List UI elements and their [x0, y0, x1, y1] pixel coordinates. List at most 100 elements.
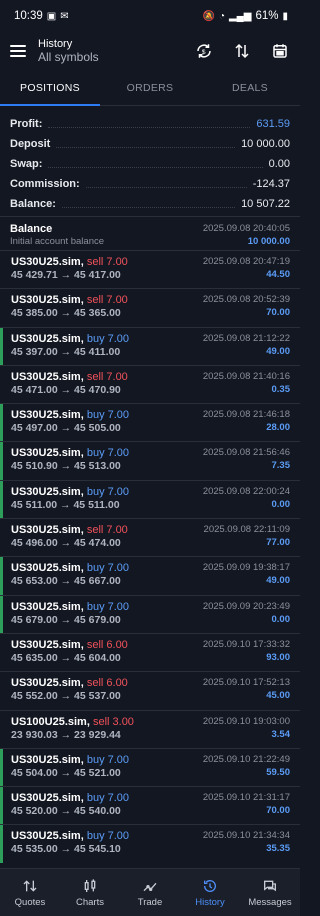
- deal-symbol: US30U25.sim,: [11, 409, 84, 422]
- deal-row[interactable]: US30U25.sim, buy 7.00 2025.09.08 21:46:18…: [0, 403, 300, 442]
- deal-row[interactable]: US30U25.sim, buy 7.00 2025.09.10 21:31:17…: [0, 786, 300, 825]
- tab-positions[interactable]: POSITIONS: [0, 70, 100, 106]
- tab-orders[interactable]: ORDERS: [100, 70, 200, 105]
- deal-prices: 45 535.00 → 45 545.10: [11, 843, 121, 856]
- deal-prices: 45 653.00 → 45 667.00: [11, 575, 121, 588]
- deal-side: sell 7.00: [86, 524, 128, 537]
- deal-symbol: US30U25.sim,: [11, 524, 84, 537]
- nav-quotes[interactable]: Quotes: [0, 869, 60, 916]
- tab-deals[interactable]: DEALS: [200, 70, 300, 105]
- deal-row[interactable]: US30U25.sim, buy 7.00 2025.09.09 19:38:17…: [0, 556, 300, 595]
- nav-trade-label: Trade: [137, 896, 163, 908]
- deal-side: sell 7.00: [86, 370, 128, 383]
- deal-profit: 28.00: [266, 422, 290, 434]
- deal-symbol: US30U25.sim,: [11, 485, 84, 498]
- deal-profit: 49.00: [266, 345, 290, 357]
- title-block[interactable]: History All symbols: [38, 38, 194, 64]
- deal-profit: 44.50: [266, 269, 290, 280]
- swap-value: 0.00: [268, 158, 290, 170]
- deal-time: 2025.09.08 21:40:16: [202, 370, 290, 382]
- profit-value: 631.59: [256, 118, 290, 130]
- balance-value: 10 507.22: [241, 198, 290, 210]
- charts-icon: [84, 878, 96, 892]
- menu-icon[interactable]: [10, 45, 26, 57]
- deal-time: 2025.09.09 19:38:17: [202, 562, 290, 574]
- deal-side: sell 7.00: [86, 256, 128, 268]
- deal-profit: 7.35: [271, 460, 291, 472]
- deal-row[interactable]: US30U25.sim, sell 7.00 2025.09.08 20:47:1…: [0, 250, 300, 288]
- deal-row[interactable]: US30U25.sim, buy 7.00 2025.09.09 20:23:49…: [0, 594, 300, 634]
- deal-side: buy 7.00: [86, 485, 130, 498]
- summary-panel: Profit: 631.59 Deposit 10 000.00 Swap: 0…: [0, 106, 300, 216]
- summary-profit-row: Profit: 631.59: [10, 114, 290, 134]
- deal-row[interactable]: US30U25.sim, buy 7.00 2025.09.08 21:12:22…: [0, 326, 300, 366]
- summary-swap-row: Swap: 0.00: [10, 154, 290, 174]
- deal-symbol: US30U25.sim,: [11, 332, 84, 345]
- balance-entry-name: Balance: [10, 223, 53, 235]
- deal-prices: 45 471.00 → 45 470.90: [11, 383, 121, 396]
- swap-label: Swap:: [10, 158, 43, 170]
- deal-side: buy 7.00: [86, 600, 130, 613]
- deal-time: 2025.09.10 21:22:49: [202, 753, 290, 765]
- deal-row[interactable]: US100U25.sim, sell 3.00 2025.09.10 19:03:…: [0, 709, 300, 748]
- deal-time: 2025.09.08 21:12:22: [202, 332, 290, 344]
- deal-row[interactable]: US30U25.sim, sell 6.00 2025.09.10 17:33:3…: [0, 632, 300, 671]
- nav-charts-label: Charts: [76, 896, 104, 908]
- deal-row[interactable]: US30U25.sim, sell 7.00 2025.09.08 20:52:3…: [0, 288, 300, 326]
- calendar-icon[interactable]: [270, 41, 290, 61]
- battery-icon: ▮: [282, 10, 288, 22]
- deal-profit: 45.00: [266, 690, 290, 702]
- deal-time: 2025.09.08 22:00:24: [202, 485, 290, 497]
- deals-list: US30U25.sim, sell 7.00 2025.09.08 20:47:1…: [0, 250, 300, 864]
- deal-symbol: US30U25.sim,: [11, 370, 84, 383]
- deal-row[interactable]: US30U25.sim, buy 7.00 2025.09.08 22:00:24…: [0, 479, 300, 519]
- summary-balance-row: Balance: 10 507.22: [10, 194, 290, 214]
- deal-side: buy 7.00: [86, 830, 130, 843]
- deal-symbol: US30U25.sim,: [11, 753, 84, 766]
- deal-profit: 49.00: [266, 575, 290, 587]
- deal-side: sell 6.00: [86, 638, 128, 651]
- deal-side: buy 7.00: [86, 409, 130, 422]
- deal-symbol: US30U25.sim,: [11, 677, 84, 690]
- symbol-filter[interactable]: All symbols: [38, 50, 194, 64]
- trade-icon: [143, 882, 157, 891]
- nav-history[interactable]: History: [180, 869, 240, 916]
- nav-charts[interactable]: Charts: [60, 869, 120, 916]
- deal-prices: 45 496.00 → 45 474.00: [11, 537, 121, 550]
- deal-prices: 23 930.03 → 23 929.44: [11, 728, 121, 741]
- deal-row[interactable]: US30U25.sim, buy 7.00 2025.09.10 21:22:49…: [0, 747, 300, 787]
- sort-icon[interactable]: [232, 41, 252, 61]
- deal-row[interactable]: US30U25.sim, sell 6.00 2025.09.10 17:52:1…: [0, 671, 300, 709]
- nav-trade[interactable]: Trade: [120, 869, 180, 916]
- deal-time: 2025.09.10 17:33:32: [202, 638, 290, 650]
- deal-symbol: US30U25.sim,: [11, 830, 84, 843]
- deal-side: buy 7.00: [86, 332, 130, 345]
- deal-symbol: US30U25.sim,: [11, 256, 84, 268]
- app-bar: History All symbols $: [0, 32, 300, 70]
- deal-prices: 45 429.71 → 45 417.00: [11, 269, 121, 281]
- bottom-nav: Quotes Charts Trade History Messages: [0, 868, 300, 916]
- nav-messages[interactable]: Messages: [240, 869, 300, 916]
- svg-text:$: $: [202, 49, 206, 56]
- deal-row[interactable]: US30U25.sim, buy 7.00 2025.09.10 21:34:34…: [0, 824, 300, 864]
- history-icon: [204, 879, 216, 892]
- deal-prices: 45 679.00 → 45 679.00: [11, 613, 121, 626]
- deal-prices: 45 552.00 → 45 537.00: [11, 690, 121, 703]
- deal-time: 2025.09.08 21:56:46: [202, 447, 290, 459]
- balance-entry[interactable]: Balance 2025.09.08 20:40:05 Initial acco…: [0, 216, 300, 250]
- deal-time: 2025.09.10 19:03:00: [202, 715, 290, 727]
- deal-prices: 45 497.00 → 45 505.00: [11, 422, 121, 435]
- deal-row[interactable]: US30U25.sim, buy 7.00 2025.09.08 21:56:46…: [0, 441, 300, 481]
- deal-prices: 45 510.90 → 45 513.00: [11, 460, 121, 473]
- page-title: History: [38, 38, 73, 50]
- deal-profit: 59.50: [266, 766, 290, 778]
- deal-symbol: US30U25.sim,: [11, 562, 84, 575]
- deposit-label: Deposit: [10, 138, 51, 150]
- messages-icon: [264, 880, 276, 891]
- deal-profit: 3.54: [271, 728, 291, 740]
- deal-row[interactable]: US30U25.sim, sell 7.00 2025.09.08 22:11:0…: [0, 518, 300, 556]
- currency-sync-icon[interactable]: $: [194, 41, 214, 61]
- deal-side: buy 7.00: [86, 792, 130, 805]
- deal-row[interactable]: US30U25.sim, sell 7.00 2025.09.08 21:40:1…: [0, 364, 300, 403]
- deal-symbol: US100U25.sim,: [11, 715, 90, 728]
